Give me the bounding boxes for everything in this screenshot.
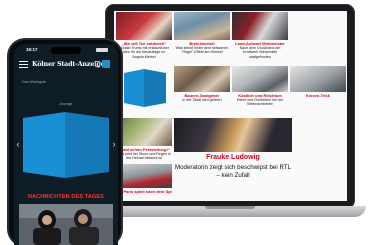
account-icon[interactable] bbox=[102, 60, 110, 68]
featured-image bbox=[174, 118, 292, 152]
news-tile[interactable]: Ein Paris spielt nach dem Spielen bbox=[116, 164, 172, 200]
bookmark-icon[interactable] bbox=[95, 61, 100, 67]
news-section-title: NACHRICHTEN DES TAGES bbox=[28, 194, 104, 200]
battery-icon bbox=[96, 48, 108, 52]
tile-headline: Donald Trump mit erstaunlicher Idee für … bbox=[119, 46, 169, 59]
news-image bbox=[116, 12, 172, 40]
news-image bbox=[232, 66, 288, 92]
news-tile[interactable]: Köstlich und Reichtum Eltern und Großelt… bbox=[232, 66, 288, 106]
news-image bbox=[174, 12, 230, 40]
ad-label: Anzeige bbox=[59, 102, 73, 106]
section-label: Das Wichtigste bbox=[22, 80, 46, 84]
tile-headline: Nach dem Großbrand am Kraftwerk Wirtscha… bbox=[239, 46, 281, 59]
cube-ad-icon[interactable] bbox=[21, 110, 111, 180]
hamburger-menu-icon[interactable] bbox=[19, 61, 28, 68]
featured-headline[interactable]: Moderatorin zeigt sich beschwipst bei RT… bbox=[174, 164, 292, 180]
news-image bbox=[232, 12, 288, 40]
news-tile[interactable]: „Wir will Tee entdeckt!“ Donald Trump mi… bbox=[116, 12, 172, 60]
news-teaser-image[interactable] bbox=[19, 204, 113, 245]
news-image bbox=[116, 164, 172, 188]
tile-headline: Was jetzt bei Sturm und Regen in der Hei… bbox=[117, 152, 171, 161]
people-photo-icon bbox=[19, 204, 113, 245]
laptop-screen: „Wir will Tee entdeckt!“ Donald Trump mi… bbox=[114, 11, 347, 201]
app-header: Kölner Stadt-Anzeiger bbox=[14, 56, 118, 72]
featured-kicker: Frauke Ludowig bbox=[206, 154, 260, 161]
news-image bbox=[290, 66, 346, 92]
tile-kicker: Ein Paris spielt nach dem Spielen bbox=[116, 189, 172, 194]
carousel-next-icon[interactable]: › bbox=[110, 138, 118, 150]
news-tile[interactable]: Brett-Neuheit Was steckt hinter dem selt… bbox=[174, 12, 230, 60]
laptop-notch bbox=[205, 206, 255, 209]
news-image bbox=[116, 118, 172, 146]
phone-screen: 16:17 Kölner Stadt-Anzeiger Das Wichtigs… bbox=[14, 44, 118, 245]
dynamic-island bbox=[51, 47, 81, 54]
section-divider bbox=[14, 181, 118, 191]
tile-kicker: Kerzen-Trick bbox=[305, 93, 330, 98]
tile-headline: In der Stadt wird gefeiert bbox=[182, 98, 222, 102]
carousel-prev-icon[interactable]: ‹ bbox=[14, 138, 22, 150]
news-tile[interactable]: Kerzen-Trick bbox=[290, 66, 346, 106]
tile-headline: Eltern und Großeltern bei der Weihnachts… bbox=[236, 98, 284, 106]
status-bar: 16:17 bbox=[14, 44, 118, 56]
cube-ad-icon[interactable] bbox=[122, 69, 168, 111]
news-tile[interactable]: Land-Antwort Weltmeister Nach dem Großbr… bbox=[232, 12, 288, 60]
tile-headline: Was steckt hinter dem seltsamen "Hügel"-… bbox=[175, 46, 229, 55]
news-image bbox=[174, 66, 230, 92]
status-time: 16:17 bbox=[26, 47, 38, 52]
news-tile[interactable]: „Bald schon Feststellung!“ Was jetzt bei… bbox=[116, 118, 172, 162]
news-tile[interactable]: Bauern-Gastgeber In der Stadt wird gefei… bbox=[174, 66, 230, 106]
